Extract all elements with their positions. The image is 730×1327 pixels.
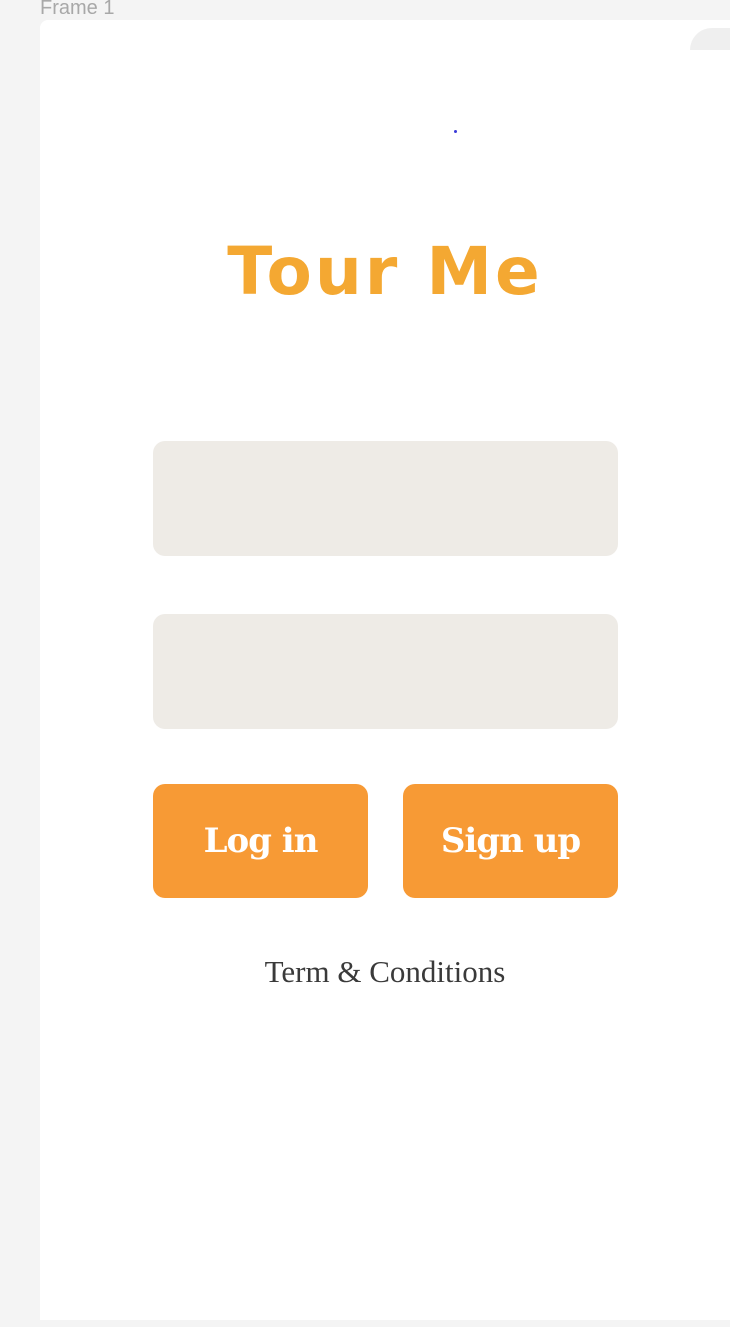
stray-dot [454, 130, 457, 133]
frame-label: Frame 1 [40, 0, 115, 19]
app-frame: Tour Me Log in Sign up Term & Conditions [40, 20, 730, 1320]
login-button[interactable]: Log in [153, 784, 368, 898]
password-field[interactable] [153, 614, 618, 729]
app-title: Tour Me [227, 233, 543, 310]
frame-corner-handle [690, 28, 730, 50]
signup-button[interactable]: Sign up [403, 784, 618, 898]
username-field[interactable] [153, 441, 618, 556]
terms-link[interactable]: Term & Conditions [40, 952, 730, 992]
